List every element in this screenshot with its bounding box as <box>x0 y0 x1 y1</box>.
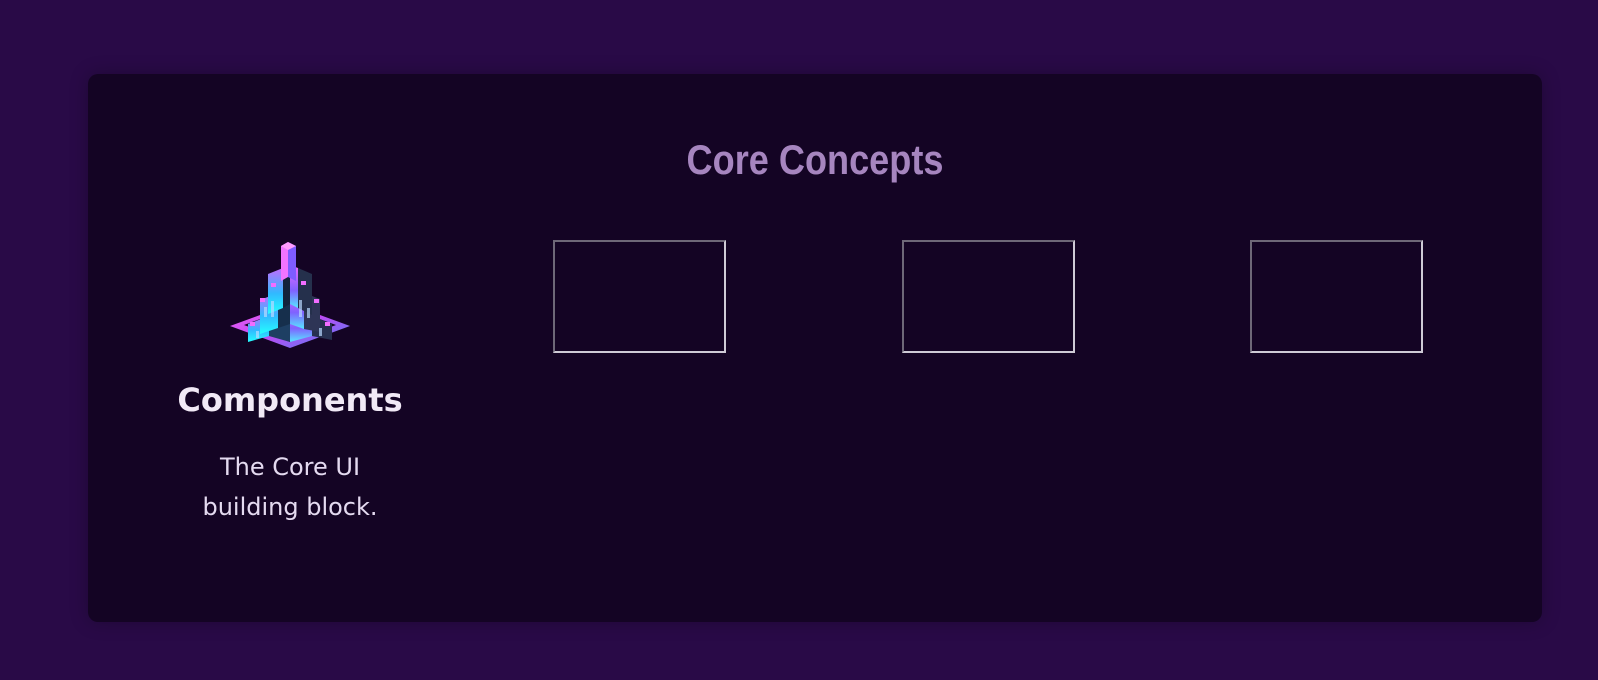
concept-components: Components The Core UI building block. <box>170 238 410 527</box>
concept-image-placeholder <box>1250 240 1423 353</box>
core-concepts-card: Core Concepts Components The Core UI bui… <box>88 74 1542 622</box>
concept-image-placeholder <box>553 240 726 353</box>
concept-image-placeholder <box>902 240 1075 353</box>
concept-title: Components <box>177 381 403 419</box>
section-title: Core Concepts <box>686 136 944 183</box>
components-cube-pyramid-icon <box>226 238 354 354</box>
concept-description: The Core UI building block. <box>202 453 378 521</box>
